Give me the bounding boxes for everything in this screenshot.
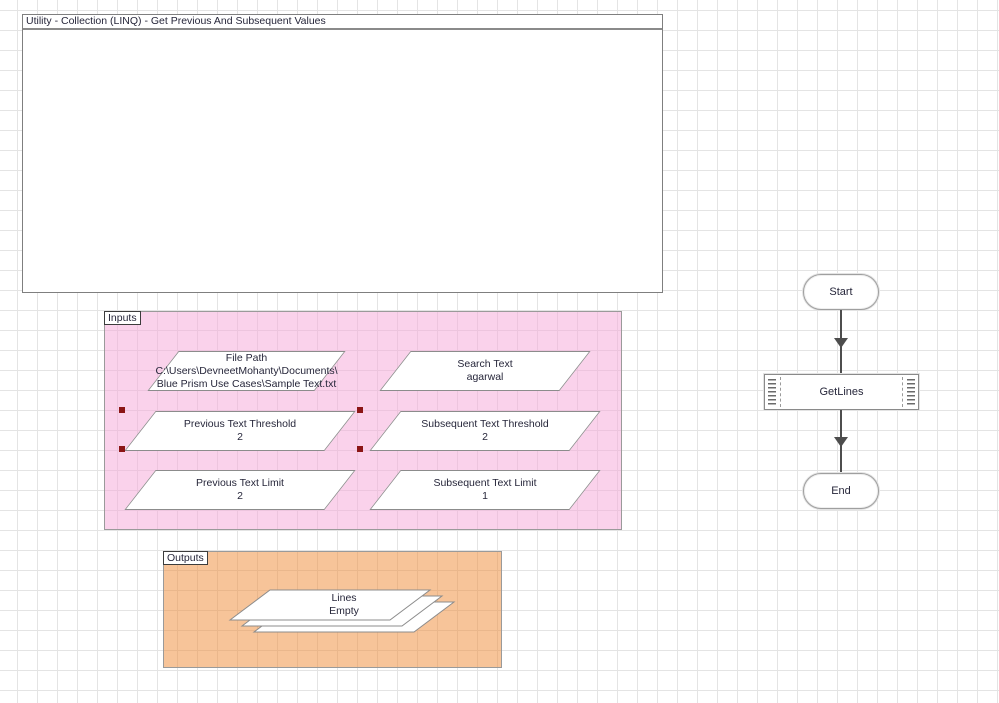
parallelogram-shape [124, 470, 356, 510]
inputs-group-label: Inputs [104, 311, 141, 325]
selection-handle-top-right[interactable] [357, 407, 363, 413]
stage-previous-text-limit[interactable]: Previous Text Limit 2 [124, 470, 356, 510]
start-node[interactable]: Start [803, 274, 879, 310]
end-node-label: End [831, 485, 851, 497]
selection-handle-bottom-left[interactable] [119, 446, 125, 452]
subprocess-node-getlines[interactable]: GetLines [764, 374, 919, 410]
right-separator [902, 377, 903, 407]
coil-decoration-right-icon [907, 379, 915, 405]
coil-decoration-left-icon [768, 379, 776, 405]
stage-previous-text-threshold[interactable]: Previous Text Threshold 2 [124, 411, 356, 451]
stage-subsequent-text-limit[interactable]: Subsequent Text Limit 1 [369, 470, 601, 510]
stage-lines-collection[interactable]: Lines Empty [200, 578, 470, 644]
parallelogram-shape [379, 351, 591, 391]
process-info-box[interactable]: Utility - Collection (LINQ) - Get Previo… [22, 14, 663, 293]
stage-file-path[interactable]: File Path C:\Users\DevneetMohanty\Docume… [147, 351, 346, 391]
parallelogram-shape [369, 411, 601, 451]
outputs-group-label: Outputs [163, 551, 208, 565]
parallelogram-shape [147, 351, 346, 391]
stage-subsequent-text-threshold[interactable]: Subsequent Text Threshold 2 [369, 411, 601, 451]
selection-handle-top-left[interactable] [119, 407, 125, 413]
parallelogram-shape [124, 411, 356, 451]
stage-search-text[interactable]: Search Text agarwal [379, 351, 591, 391]
parallelogram-shape [369, 470, 601, 510]
subprocess-node-label: GetLines [819, 386, 864, 398]
start-node-label: Start [829, 286, 853, 298]
process-diagram-canvas: Utility - Collection (LINQ) - Get Previo… [0, 0, 999, 703]
selection-handle-bottom-right[interactable] [357, 446, 363, 452]
collection-sheets-shape [228, 589, 456, 633]
arrowhead-down-icon [834, 338, 848, 348]
left-separator [780, 377, 781, 407]
end-node[interactable]: End [803, 473, 879, 509]
process-title: Utility - Collection (LINQ) - Get Previo… [23, 15, 662, 30]
arrowhead-down-icon [834, 437, 848, 447]
